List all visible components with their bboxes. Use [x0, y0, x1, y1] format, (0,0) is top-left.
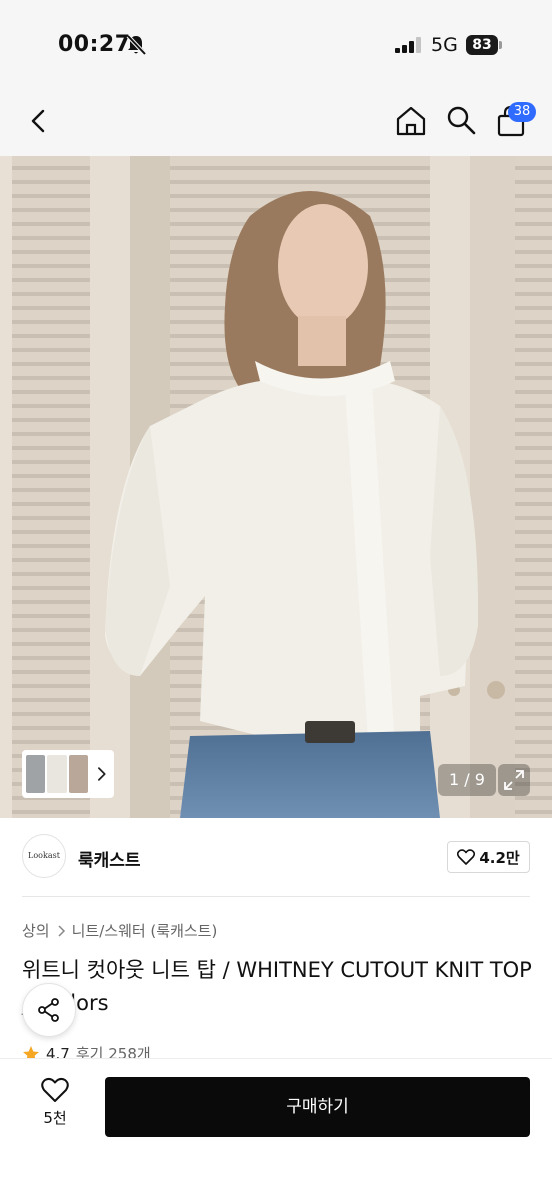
shop-name[interactable]: 룩캐스트 — [78, 846, 141, 871]
chevron-right-icon[interactable] — [94, 766, 110, 782]
bottom-action-bar: 5천 구매하기 — [0, 1058, 552, 1200]
divider — [22, 896, 530, 897]
app-header: 38 — [0, 90, 552, 156]
heart-icon — [457, 849, 476, 865]
shop-row[interactable]: Lookast 룩캐스트 4.2만 — [0, 818, 552, 898]
wishlist-button[interactable]: 5천 — [22, 1077, 88, 1137]
thumbnail[interactable] — [47, 755, 67, 793]
shop-like-button[interactable]: 4.2만 — [447, 841, 530, 873]
signal-icon — [395, 37, 421, 53]
cart-count-badge: 38 — [508, 102, 536, 122]
home-icon[interactable] — [394, 104, 428, 138]
shop-logo[interactable]: Lookast — [22, 834, 66, 878]
share-button[interactable] — [22, 983, 76, 1037]
product-title: 위트니 컷아웃 니트 탑 / WHITNEY CUTOUT KNIT TOP_3… — [22, 958, 532, 1015]
chevron-left-icon[interactable] — [24, 106, 54, 136]
battery-level: 83 — [466, 35, 498, 55]
share-icon — [38, 998, 59, 1022]
shop-like-count: 4.2만 — [479, 848, 520, 867]
gallery-thumbnails[interactable] — [22, 750, 114, 798]
thumbnail[interactable] — [26, 755, 46, 793]
bell-off-icon — [126, 34, 146, 56]
network-label: 5G — [431, 34, 458, 56]
chevron-right-icon — [58, 924, 65, 937]
battery-icon: 83 — [466, 35, 502, 55]
thumbnail[interactable] — [68, 755, 89, 793]
image-counter: 1 / 9 — [438, 764, 496, 796]
buy-button[interactable]: 구매하기 — [105, 1077, 530, 1137]
status-time: 00:27 — [58, 32, 131, 57]
breadcrumb-item[interactable]: 상의 — [22, 920, 50, 941]
product-image[interactable]: 1 / 9 — [0, 156, 552, 818]
expand-icon[interactable] — [498, 764, 530, 796]
product-photo — [0, 156, 552, 818]
wishlist-count: 5천 — [43, 1109, 67, 1127]
status-bar: 00:27 5G 83 — [0, 0, 552, 90]
breadcrumb-item[interactable]: 니트/스웨터 (룩캐스트) — [72, 920, 218, 941]
search-icon[interactable] — [445, 104, 477, 136]
heart-icon — [41, 1077, 69, 1102]
breadcrumb: 상의 니트/스웨터 (룩캐스트) — [22, 920, 217, 941]
